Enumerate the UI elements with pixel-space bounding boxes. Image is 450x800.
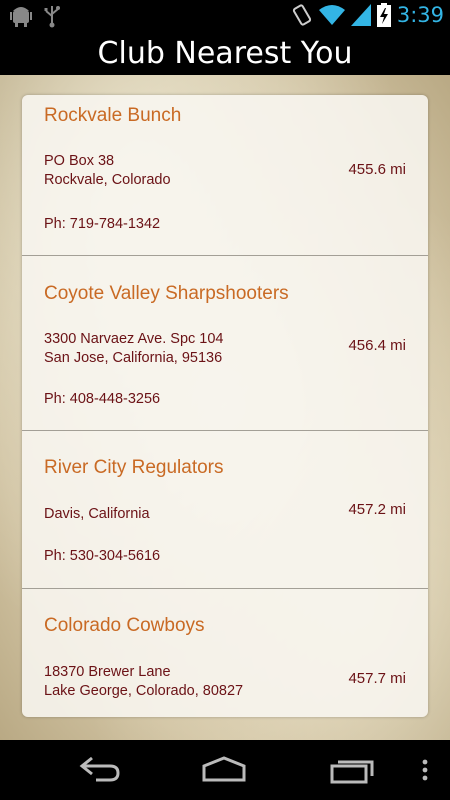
title-bar: Club Nearest You [0, 33, 450, 75]
club-address: PO Box 38 Rockvale, Colorado [44, 152, 171, 190]
wifi-icon [318, 4, 345, 26]
club-name: Rockvale Bunch [44, 105, 182, 126]
battery-charging-icon [376, 3, 391, 27]
club-list: Rockvale Bunch PO Box 38 Rockvale, Color… [22, 95, 428, 717]
signal-icon [350, 4, 371, 26]
club-phone[interactable]: Ph: 719-784-1342 [44, 216, 160, 232]
overflow-menu-icon[interactable] [420, 754, 430, 789]
back-icon[interactable] [78, 754, 122, 789]
club-list-item[interactable]: River City Regulators Davis, California … [22, 431, 428, 589]
club-list-item[interactable]: Colorado Cowboys 18370 Brewer Lane Lake … [22, 589, 428, 717]
club-address: 3300 Narvaez Ave. Spc 104 San Jose, Cali… [44, 330, 224, 368]
club-name: Colorado Cowboys [44, 615, 205, 636]
club-phone[interactable]: Ph: 530-304-5616 [44, 548, 160, 564]
club-distance: 457.2 mi [348, 501, 406, 518]
club-address-line1: 18370 Brewer Lane [44, 664, 171, 680]
club-address-line1: Davis, California [44, 506, 150, 522]
club-name: River City Regulators [44, 457, 224, 478]
club-address-line1: 3300 Narvaez Ave. Spc 104 [44, 331, 224, 347]
club-address: 18370 Brewer Lane Lake George, Colorado,… [44, 663, 243, 701]
club-distance: 455.6 mi [348, 161, 406, 178]
club-phone[interactable]: Ph: 408-448-3256 [44, 391, 160, 407]
club-address-line2: Rockvale, Colorado [44, 172, 171, 188]
club-name: Coyote Valley Sharpshooters [44, 283, 289, 304]
navigation-bar [0, 740, 450, 800]
club-distance: 457.7 mi [348, 670, 406, 687]
usb-icon [44, 4, 60, 28]
club-address-line2: Lake George, Colorado, 80827 [44, 683, 244, 699]
page-title: Club Nearest You [97, 36, 353, 71]
club-list-item[interactable]: Rockvale Bunch PO Box 38 Rockvale, Color… [22, 95, 428, 256]
status-bar: 3:39 [0, 0, 450, 33]
club-address-line1: PO Box 38 [44, 153, 115, 169]
club-address-line2: San Jose, California, 95136 [44, 350, 223, 366]
content-area: Rockvale Bunch PO Box 38 Rockvale, Color… [0, 75, 450, 740]
recent-apps-icon[interactable] [328, 754, 376, 789]
rotation-icon [291, 3, 313, 27]
club-distance: 456.4 mi [348, 337, 406, 354]
club-list-item[interactable]: Coyote Valley Sharpshooters 3300 Narvaez… [22, 256, 428, 431]
club-address: Davis, California [44, 505, 150, 524]
android-debug-icon [10, 4, 32, 28]
status-time: 3:39 [396, 3, 444, 27]
home-icon[interactable] [200, 754, 248, 789]
